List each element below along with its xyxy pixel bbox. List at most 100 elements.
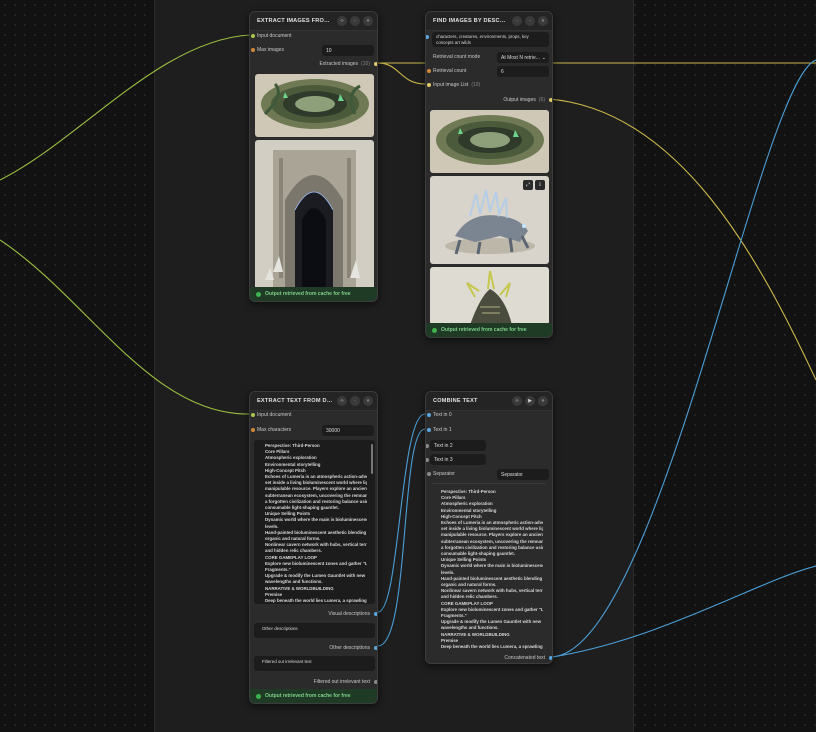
text-in-0-label: Text in 0 xyxy=(433,412,452,418)
check-circle-icon xyxy=(256,693,261,699)
retrieval-mode-value: At Most N retrie... xyxy=(501,54,540,61)
input-document-row: Input document xyxy=(251,409,292,421)
armored-dragon-image[interactable] xyxy=(430,267,549,325)
bypass-icon[interactable]: · xyxy=(525,16,535,26)
max-characters-input[interactable]: 30000 xyxy=(322,425,374,436)
footer-text: Output retrieved from cache for free xyxy=(441,327,527,333)
input-socket[interactable] xyxy=(426,444,429,448)
other-descriptions-text: Other descriptions xyxy=(262,626,298,631)
input-image-list-count: (10) xyxy=(471,82,481,88)
expand-icon[interactable]: ⤢ xyxy=(523,180,533,190)
retrieval-count-label: Retrieval count xyxy=(433,68,467,74)
text-in-1-row: Text in 1 xyxy=(427,424,452,436)
separator-input[interactable]: Separator xyxy=(497,469,549,480)
input-socket[interactable] xyxy=(251,413,255,417)
output-socket[interactable] xyxy=(549,656,552,660)
output-socket[interactable] xyxy=(374,646,377,650)
output-socket[interactable] xyxy=(549,98,552,102)
extract-text-node[interactable]: EXTRACT TEXT FROM DO... ‹› · » Input doc… xyxy=(249,391,378,704)
text-in-3-input[interactable]: Text in 3 xyxy=(430,454,486,465)
text-line: Deep beneath the world lies Lumera, a sp… xyxy=(265,598,367,604)
crystal-creature-image[interactable]: ⤢ ⇩ xyxy=(430,176,549,264)
footer-text: Output retrieved from cache for free xyxy=(265,693,351,699)
cave-tunnel-image[interactable] xyxy=(255,74,374,137)
cave-tunnel-image[interactable] xyxy=(430,110,549,173)
other-descriptions-row: Other descriptions xyxy=(329,642,370,654)
cache-status-footer: Output retrieved from cache for free xyxy=(426,323,552,337)
input-socket[interactable] xyxy=(251,48,255,52)
download-icon[interactable]: ⇩ xyxy=(535,180,545,190)
visual-descriptions-label: Visual descriptions xyxy=(328,611,370,617)
extract-images-node[interactable]: EXTRACT IMAGES FROM ... ‹› · » Input doc… xyxy=(249,11,378,302)
extracted-text-area[interactable]: Perspective: Third-Person Core Pillars Atm… xyxy=(254,440,375,604)
retrieval-mode-select[interactable]: At Most N retrie... ⌄ xyxy=(497,52,549,63)
input-socket[interactable] xyxy=(427,472,431,476)
node-title: COMBINE TEXT xyxy=(433,398,478,404)
concatenated-text-row: Concatenated text xyxy=(504,652,545,663)
run-node-icon[interactable]: » xyxy=(363,16,373,26)
concatenated-text-preview[interactable]: Perspective: Third-Person Core Pillars Atm… xyxy=(430,486,551,650)
find-images-node[interactable]: FIND IMAGES BY DESCRIP... · · » characte… xyxy=(425,11,553,338)
node-header[interactable]: FIND IMAGES BY DESCRIP... · · » xyxy=(426,12,552,31)
filtered-text-textarea[interactable]: Filtered out irrelevant text xyxy=(254,656,375,671)
collapse-icon[interactable]: ‹› xyxy=(512,396,522,406)
text-line: subterranean ecosystem, uncovering the r… xyxy=(265,492,367,498)
text-line: Deep beneath the world lies Lumera, a sp… xyxy=(441,644,543,650)
input-document-label: Input document xyxy=(257,33,292,39)
text-in-2-label: Text in 2 xyxy=(434,442,453,449)
retrieval-mode-label: Retrieval count mode xyxy=(433,54,481,60)
text-line: Dynamic world where the main is biolumin… xyxy=(265,517,367,523)
retrieval-count-input[interactable]: 6 xyxy=(497,66,549,77)
output-images-label: Output images xyxy=(503,97,536,103)
text-in-3-label: Text in 3 xyxy=(434,456,453,463)
extracted-images-label: Extracted images xyxy=(319,61,359,67)
run-all-icon[interactable]: » xyxy=(538,396,548,406)
output-socket[interactable] xyxy=(374,680,377,684)
text-in-2-input[interactable]: Text in 2 xyxy=(430,440,486,451)
max-images-input[interactable]: 10 xyxy=(322,45,374,56)
input-socket[interactable] xyxy=(426,458,429,462)
separator-label: Separator xyxy=(433,471,455,477)
concatenated-text-lines: Perspective: Third-Person Core Pillars Atm… xyxy=(441,489,543,650)
node-title: FIND IMAGES BY DESCRIP... xyxy=(433,18,509,24)
run-node-icon[interactable]: » xyxy=(538,16,548,26)
node-title: EXTRACT TEXT FROM DO... xyxy=(257,398,334,404)
input-image-list-label: Input image List xyxy=(433,82,469,88)
input-socket[interactable] xyxy=(427,69,431,73)
other-descriptions-textarea[interactable]: Other descriptions xyxy=(254,623,375,638)
description-query-textarea[interactable]: characters, creatures, environments, pro… xyxy=(432,32,549,47)
output-images-count: (6) xyxy=(538,97,545,103)
run-node-icon[interactable]: ▶ xyxy=(525,396,535,406)
other-descriptions-label: Other descriptions xyxy=(329,645,370,651)
node-header[interactable]: EXTRACT IMAGES FROM ... ‹› · » xyxy=(250,12,377,31)
check-circle-icon xyxy=(256,291,261,297)
visual-descriptions-row: Visual descriptions xyxy=(328,608,370,620)
output-socket[interactable] xyxy=(374,612,377,616)
text-in-1-label: Text in 1 xyxy=(433,427,452,433)
input-socket[interactable] xyxy=(427,83,431,87)
input-socket[interactable] xyxy=(251,428,255,432)
bypass-icon[interactable]: · xyxy=(350,16,360,26)
text-line: Dynamic world where the main is biolumin… xyxy=(441,563,543,569)
bypass-icon[interactable]: · xyxy=(350,396,360,406)
cache-status-footer: Output retrieved from cache for free xyxy=(250,287,377,301)
input-socket[interactable] xyxy=(426,35,429,39)
input-socket[interactable] xyxy=(427,413,431,417)
scrollbar[interactable] xyxy=(371,444,373,474)
collapse-icon[interactable]: ‹› xyxy=(337,396,347,406)
collapse-icon[interactable]: · xyxy=(512,16,522,26)
filtered-text: Filtered out irrelevant text xyxy=(262,659,312,664)
extracted-text-lines: Perspective: Third-Person Core Pillars Atm… xyxy=(265,443,367,604)
combine-text-node[interactable]: COMBINE TEXT ‹› ▶ » Text in 0 Text in 1 … xyxy=(425,391,553,664)
input-socket[interactable] xyxy=(251,34,255,38)
input-socket[interactable] xyxy=(427,428,431,432)
output-socket[interactable] xyxy=(374,62,377,66)
chevron-down-icon: ⌄ xyxy=(541,54,546,61)
gothic-archway-image[interactable] xyxy=(255,140,374,290)
divider xyxy=(432,483,546,484)
collapse-icon[interactable]: ‹› xyxy=(337,16,347,26)
extracted-images-count: (10) xyxy=(361,61,370,67)
run-node-icon[interactable]: » xyxy=(363,396,373,406)
input-document-label: Input document xyxy=(257,412,292,418)
text-in-0-row: Text in 0 xyxy=(427,409,452,421)
